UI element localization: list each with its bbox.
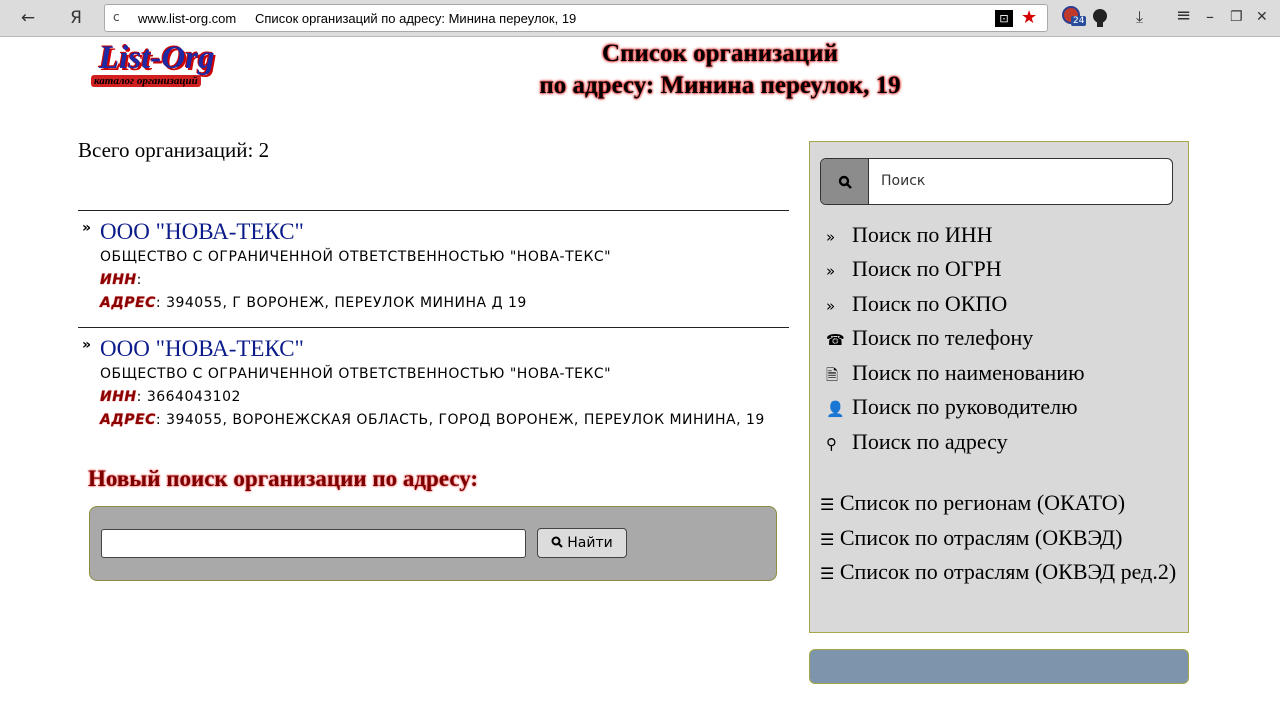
org-address: АДРЕС: 394055, ВОРОНЕЖСКАЯ ОБЛАСТЬ, ГОРО…	[100, 412, 765, 428]
url-domain: www.list-org.com	[138, 11, 237, 26]
site-logo[interactable]: List-Org каталог организаций	[85, 40, 245, 96]
sidebar-link-okpo[interactable]: » Поиск по ОКПО	[824, 291, 1007, 317]
search-icon	[551, 536, 563, 548]
total-count-text: Всего организаций: 2	[78, 138, 270, 162]
find-button[interactable]: Найти	[537, 528, 627, 558]
address-value: : 394055, Г ВОРОНЕЖ, ПЕРЕУЛОК МИНИНА Д 1…	[155, 295, 527, 311]
address-search-form: Найти	[89, 506, 777, 581]
sidebar-list-label: Список по отраслям (ОКВЭД)	[839, 525, 1123, 550]
double-chevron-icon: »	[826, 297, 836, 315]
address-bar[interactable]: c www.list-org.com Список организаций по…	[104, 4, 1048, 32]
inn-value: : 3664043102	[136, 389, 241, 405]
sidebar-link-label: Поиск по адресу	[852, 429, 1008, 454]
page-title-line2: по адресу: Минина переулок, 19	[539, 72, 901, 99]
address-value: : 394055, ВОРОНЕЖСКАЯ ОБЛАСТЬ, ГОРОД ВОР…	[155, 412, 765, 428]
extension-badge-count: 24	[1071, 16, 1087, 26]
address-label: АДРЕС	[100, 412, 156, 428]
sidebar: Поиск » Поиск по ИНН » Поиск по ОГРН » Поис…	[809, 141, 1189, 633]
sidebar-link-inn[interactable]: » Поиск по ИНН	[824, 222, 993, 248]
sidebar-link-ogrn[interactable]: » Поиск по ОГРН	[824, 256, 1002, 282]
sidebar-link-phone[interactable]: ☎ Поиск по телефону	[824, 325, 1033, 351]
inn-label: ИНН	[100, 272, 137, 288]
sidebar-link-label: Поиск по ОКПО	[852, 291, 1008, 316]
double-chevron-icon: »	[826, 262, 836, 280]
org-address: АДРЕС: 394055, Г ВОРОНЕЖ, ПЕРЕУЛОК МИНИН…	[100, 295, 527, 311]
list-icon: ☰	[820, 564, 835, 583]
url-page-title: Список организаций по адресу: Минина пер…	[255, 11, 577, 26]
sidebar-link-address[interactable]: ⚲ Поиск по адресу	[824, 429, 1008, 455]
sidebar-list-okved2[interactable]: ☰ Список по отраслям (ОКВЭД ред.2)	[820, 557, 1180, 588]
sidebar-list-label: Список по отраслям (ОКВЭД ред.2)	[839, 559, 1177, 584]
list-icon: ☰	[820, 530, 835, 549]
logo-tagline: каталог организаций	[91, 75, 201, 87]
address-label: АДРЕС	[100, 295, 156, 311]
extension-badge-icon[interactable]: 24	[1062, 6, 1087, 30]
page-title-line1: Список организаций	[602, 40, 838, 67]
sidebar-list-label: Список по регионам (ОКАТО)	[839, 490, 1126, 515]
list-icon: ☰	[820, 495, 835, 514]
download-icon[interactable]: ⤓	[1136, 7, 1143, 27]
sidebar-search-placeholder: Поиск	[881, 173, 926, 189]
sidebar-footer-bar	[809, 649, 1189, 684]
back-arrow-icon[interactable]: ←	[14, 6, 42, 30]
org-entry: » ООО "НОВА-ТЕКС" ОБЩЕСТВО С ОГРАНИЧЕННО…	[78, 327, 789, 447]
close-icon[interactable]: ✕	[1256, 9, 1268, 25]
page-title: Список организаций по адресу: Минина пер…	[500, 38, 940, 102]
phone-icon: ☎	[826, 331, 845, 349]
reader-mode-icon[interactable]: ⊡	[995, 10, 1013, 27]
find-button-label: Найти	[567, 535, 613, 551]
sidebar-link-label: Поиск по руководителю	[852, 394, 1078, 419]
bullet-arrow-icon: »	[82, 337, 92, 353]
browser-toolbar: ← Я c www.list-org.com Список организаци…	[0, 0, 1280, 37]
lightbulb-icon[interactable]	[1091, 8, 1109, 28]
reload-icon[interactable]: c	[113, 10, 120, 24]
new-search-heading: Новый поиск организации по адресу:	[88, 466, 479, 491]
search-icon[interactable]	[821, 159, 869, 204]
menu-icon[interactable]: ≡	[1176, 5, 1191, 26]
map-marker-icon: ⚲	[826, 435, 837, 453]
user-icon: 👤	[826, 400, 845, 418]
sidebar-link-label: Поиск по ОГРН	[852, 256, 1002, 281]
minimize-icon[interactable]: –	[1206, 7, 1214, 26]
org-full-name: ОБЩЕСТВО С ОГРАНИЧЕННОЙ ОТВЕТСТВЕННОСТЬЮ…	[100, 249, 612, 265]
inn-label: ИНН	[100, 389, 137, 405]
org-inn: ИНН:	[100, 272, 142, 288]
sidebar-link-label: Поиск по наименованию	[852, 360, 1085, 385]
sidebar-search[interactable]: Поиск	[820, 158, 1173, 205]
document-icon: 🗎	[826, 366, 839, 384]
sidebar-link-label: Поиск по телефону	[852, 325, 1034, 350]
org-entry: » ООО "НОВА-ТЕКС" ОБЩЕСТВО С ОГРАНИЧЕННО…	[78, 210, 789, 327]
total-count: Всего организаций: 2	[78, 138, 269, 163]
org-full-name: ОБЩЕСТВО С ОГРАНИЧЕННОЙ ОТВЕТСТВЕННОСТЬЮ…	[100, 366, 612, 382]
yandex-icon[interactable]: Я	[62, 6, 90, 30]
sidebar-link-label: Поиск по ИНН	[852, 222, 993, 247]
inn-value: :	[136, 272, 142, 288]
address-search-input[interactable]	[101, 529, 526, 558]
sidebar-list-okved[interactable]: ☰ Список по отраслям (ОКВЭД)	[820, 523, 1180, 554]
logo-text: List-Org	[99, 40, 215, 76]
sidebar-link-director[interactable]: 👤 Поиск по руководителю	[824, 394, 1078, 420]
org-name-link[interactable]: ООО "НОВА-ТЕКС"	[100, 219, 304, 245]
sidebar-link-name[interactable]: 🗎 Поиск по наименованию	[824, 360, 1085, 390]
restore-icon[interactable]: ❐	[1230, 9, 1243, 25]
sidebar-list-regions[interactable]: ☰ Список по регионам (ОКАТО)	[820, 488, 1180, 519]
bullet-arrow-icon: »	[82, 220, 92, 236]
bookmark-star-icon[interactable]: ★	[1021, 7, 1037, 28]
org-inn: ИНН: 3664043102	[100, 389, 241, 405]
double-chevron-icon: »	[826, 228, 836, 246]
org-name-link[interactable]: ООО "НОВА-ТЕКС"	[100, 336, 304, 362]
